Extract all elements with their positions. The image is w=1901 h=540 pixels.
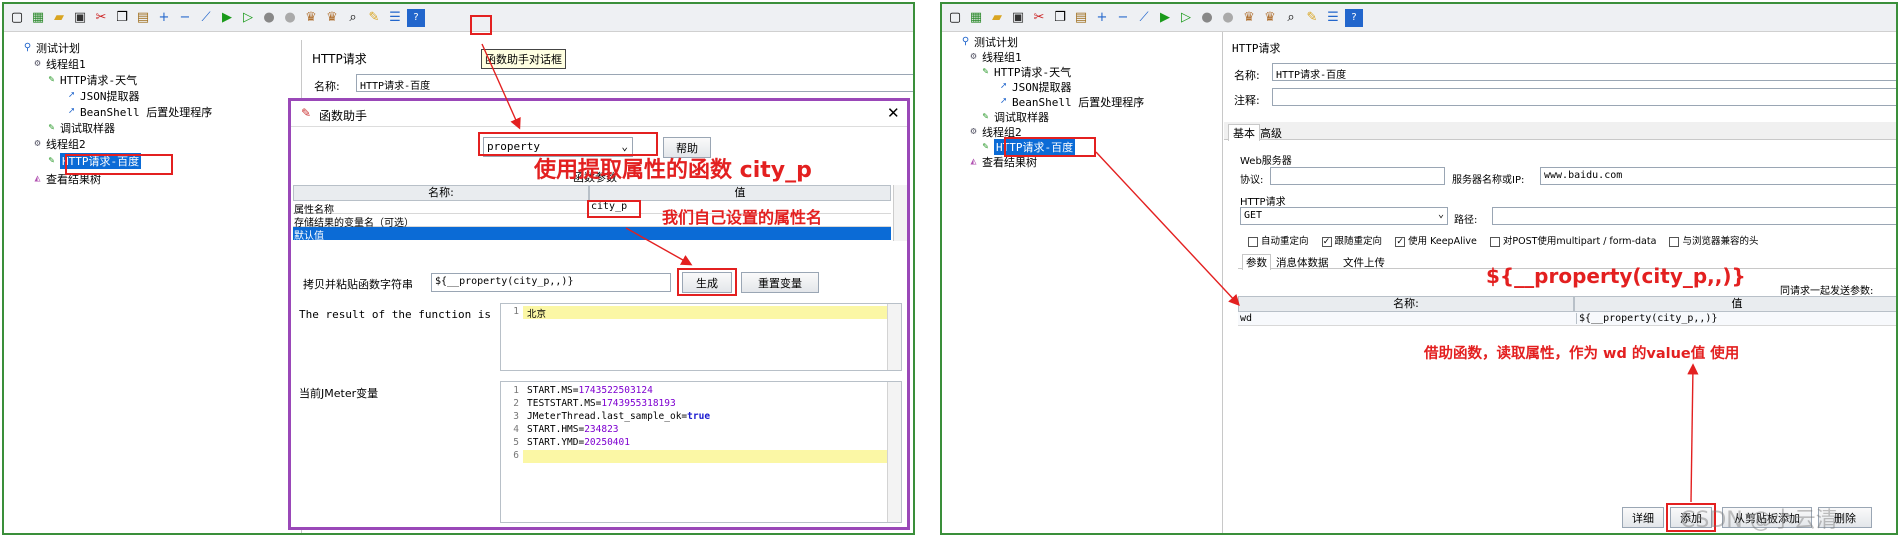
arrow-line	[1687, 363, 1699, 503]
left-screenshot: ▢ ▦ ▰ ▣ ✂ ❐ ▤ + − ⟋ ▶ ▷ ● ● ♛ ♛ ⌕ ✎ ☰ ? …	[2, 2, 915, 535]
arrow-line	[625, 227, 693, 266]
annotation-arrows	[481, 43, 693, 266]
arrow-line	[1095, 151, 1240, 307]
right-screenshot: ▢ ▦ ▰ ▣ ✂ ❐ ▤ + − ⟋ ▶ ▷ ● ● ♛ ♛ ⌕ ✎ ☰ ? …	[940, 2, 1898, 535]
arrow-line	[481, 43, 521, 130]
annotation-arrows	[1095, 151, 1699, 503]
